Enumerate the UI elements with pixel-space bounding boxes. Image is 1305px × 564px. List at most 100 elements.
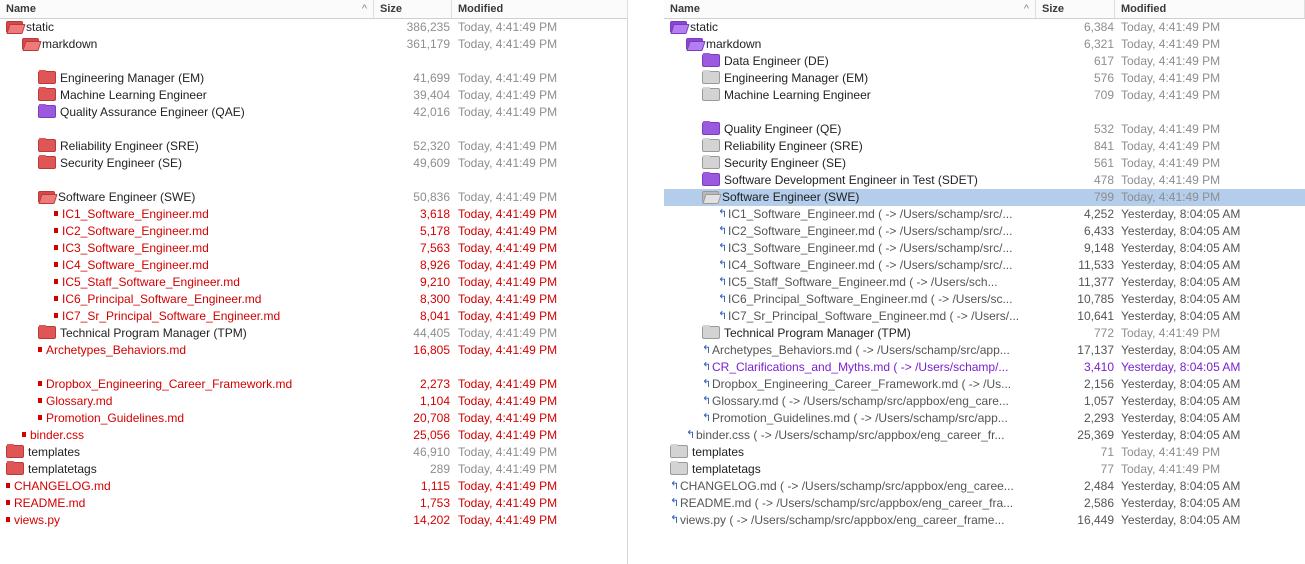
file-row[interactable]: ↰Promotion_Guidelines.md ( -> /Users/sch…: [664, 410, 1305, 427]
file-row[interactable]: Machine Learning Engineer 709 Today, 4:41:…: [664, 87, 1305, 104]
item-name: Software Development Engineer in Test (S…: [724, 173, 978, 187]
item-name-cell: Security Engineer (SE): [38, 155, 374, 172]
item-name-cell: Archetypes_Behaviors.md: [38, 342, 374, 359]
file-row[interactable]: IC1_Software_Engineer.md 3,618 Today, 4:41…: [0, 206, 628, 223]
modified-column-header[interactable]: Modified: [1115, 0, 1305, 18]
file-row[interactable]: Machine Learning Engineer 39,404 Today, 4:…: [0, 87, 628, 104]
file-row[interactable]: Quality Engineer (QE) 532 Today, 4:41:49 P…: [664, 121, 1305, 138]
file-row[interactable]: CHANGELOG.md 1,115 Today, 4:41:49 PM: [0, 478, 628, 495]
item-name: Security Engineer (SE): [724, 156, 847, 170]
file-row[interactable]: ↰CR_Clarifications_and_Myths.md ( -> /Us…: [664, 359, 1305, 376]
folder-red-icon: [6, 444, 24, 459]
item-name-cell: ↰IC4_Software_Engineer.md ( -> /Users/sc…: [718, 257, 1038, 274]
item-modified: Yesterday, 8:04:05 AM: [1121, 360, 1241, 374]
item-modified: Yesterday, 8:04:05 AM: [1121, 479, 1241, 493]
file-row[interactable]: IC2_Software_Engineer.md 5,178 Today, 4:41…: [0, 223, 628, 240]
item-size: 1,115: [420, 479, 450, 493]
file-row[interactable]: ↰views.py ( -> /Users/schamp/src/appbox/…: [664, 512, 1305, 529]
open-folder-gray-icon: [702, 191, 722, 205]
item-name: CHANGELOG.md ( -> /Users/schamp/src/appb…: [680, 479, 1014, 493]
item-name: Promotion_Guidelines.md: [46, 411, 185, 425]
left-pane[interactable]: Name ^ Size Modified static 386,235 Today,…: [0, 0, 628, 564]
name-column-header[interactable]: Name ^: [664, 0, 1036, 18]
file-row[interactable]: Promotion_Guidelines.md 20,708 Today, 4:41…: [0, 410, 628, 427]
file-row[interactable]: markdown 361,179 Today, 4:41:49 PM: [0, 36, 628, 53]
item-size: 9,148: [1083, 241, 1114, 255]
folder-gray-icon: [702, 155, 720, 170]
file-red-icon: [38, 381, 42, 387]
file-row[interactable]: Reliability Engineer (SRE) 52,320 Today, 4…: [0, 138, 628, 155]
file-row[interactable]: IC3_Software_Engineer.md 7,563 Today, 4:41…: [0, 240, 628, 257]
file-row[interactable]: ↰Archetypes_Behaviors.md ( -> /Users/sch…: [664, 342, 1305, 359]
symlink-icon: ↰: [670, 480, 680, 493]
file-row[interactable]: static 386,235 Today, 4:41:49 PM: [0, 19, 628, 36]
item-modified: Today, 4:41:49 PM: [1121, 190, 1221, 204]
item-size: 41,699: [413, 71, 450, 85]
file-row[interactable]: static 6,384 Today, 4:41:49 PM: [664, 19, 1305, 36]
item-size: 4,252: [1083, 207, 1114, 221]
file-row[interactable]: README.md 1,753 Today, 4:41:49 PM: [0, 495, 628, 512]
file-row[interactable]: ↰CHANGELOG.md ( -> /Users/schamp/src/app…: [664, 478, 1305, 495]
file-row[interactable]: markdown 6,321 Today, 4:41:49 PM: [664, 36, 1305, 53]
item-modified: Yesterday, 8:04:05 AM: [1121, 343, 1241, 357]
item-modified: Yesterday, 8:04:05 AM: [1121, 411, 1241, 425]
item-name: IC2_Software_Engineer.md: [62, 224, 209, 238]
file-row[interactable]: IC7_Sr_Principal_Software_Engineer.md 8,0…: [0, 308, 628, 325]
file-row[interactable]: ↰README.md ( -> /Users/schamp/src/appbox…: [664, 495, 1305, 512]
file-row[interactable]: ↰IC6_Principal_Software_Engineer.md ( ->…: [664, 291, 1305, 308]
symlink-icon: ↰: [670, 497, 680, 510]
file-row[interactable]: templatetags 77 Today, 4:41:49 PM: [664, 461, 1305, 478]
file-row[interactable]: Software Engineer (SWE) 799 Today, 4:41:49…: [664, 189, 1305, 206]
file-row[interactable]: Security Engineer (SE) 561 Today, 4:41:49 …: [664, 155, 1305, 172]
file-row[interactable]: ↰IC2_Software_Engineer.md ( -> /Users/sc…: [664, 223, 1305, 240]
item-modified: Today, 4:41:49 PM: [458, 37, 558, 51]
item-name: Technical Program Manager (TPM): [60, 326, 247, 340]
item-name-cell: CHANGELOG.md: [6, 478, 374, 495]
modified-column-header[interactable]: Modified: [452, 0, 628, 18]
item-size: 709: [1093, 88, 1114, 102]
file-row[interactable]: ↰IC1_Software_Engineer.md ( -> /Users/sc…: [664, 206, 1305, 223]
file-row[interactable]: ↰IC5_Staff_Software_Engineer.md ( -> /Us…: [664, 274, 1305, 291]
file-row[interactable]: IC5_Staff_Software_Engineer.md 9,210 Today…: [0, 274, 628, 291]
item-size: 2,273: [419, 377, 450, 391]
item-modified: Yesterday, 8:04:05 AM: [1121, 309, 1241, 323]
file-row[interactable]: ↰IC3_Software_Engineer.md ( -> /Users/sc…: [664, 240, 1305, 257]
item-size: 1,057: [1083, 394, 1114, 408]
file-row[interactable]: IC4_Software_Engineer.md 8,926 Today, 4:41…: [0, 257, 628, 274]
file-row[interactable]: Glossary.md 1,104 Today, 4:41:49 PM: [0, 393, 628, 410]
file-row[interactable]: templates 71 Today, 4:41:49 PM: [664, 444, 1305, 461]
file-row[interactable]: templatetags 289 Today, 4:41:49 PM: [0, 461, 628, 478]
item-size: 25,056: [413, 428, 450, 442]
file-row[interactable]: Archetypes_Behaviors.md 16,805 Today, 4:41…: [0, 342, 628, 359]
file-row[interactable]: Software Development Engineer in Test (S…: [664, 172, 1305, 189]
file-row[interactable]: templates 46,910 Today, 4:41:49 PM: [0, 444, 628, 461]
item-name-cell: IC6_Principal_Software_Engineer.md: [54, 291, 374, 308]
size-column-header[interactable]: Size: [1036, 0, 1115, 18]
file-row[interactable]: ↰Dropbox_Engineering_Career_Framework.md…: [664, 376, 1305, 393]
file-row[interactable]: Engineering Manager (EM) 41,699 Today, 4:4…: [0, 70, 628, 87]
file-row[interactable]: Technical Program Manager (TPM) 44,405 Tod…: [0, 325, 628, 342]
file-row[interactable]: binder.css 25,056 Today, 4:41:49 PM: [0, 427, 628, 444]
name-column-header[interactable]: Name ^: [0, 0, 374, 18]
file-row[interactable]: Reliability Engineer (SRE) 841 Today, 4:41…: [664, 138, 1305, 155]
right-pane[interactable]: Name ^ Size Modified static 6,384 Today, 4…: [664, 0, 1305, 564]
file-row[interactable]: Quality Assurance Engineer (QAE) 42,016 To…: [0, 104, 628, 121]
file-row[interactable]: Engineering Manager (EM) 576 Today, 4:41:4…: [664, 70, 1305, 87]
size-column-header[interactable]: Size: [374, 0, 452, 18]
file-row[interactable]: IC6_Principal_Software_Engineer.md 8,300 T…: [0, 291, 628, 308]
item-name: Quality Assurance Engineer (QAE): [60, 105, 245, 119]
file-row[interactable]: ↰Glossary.md ( -> /Users/schamp/src/appb…: [664, 393, 1305, 410]
file-row[interactable]: Data Engineer (DE) 617 Today, 4:41:49 PM: [664, 53, 1305, 70]
file-row[interactable]: views.py 14,202 Today, 4:41:49 PM: [0, 512, 628, 529]
file-row[interactable]: ↰IC4_Software_Engineer.md ( -> /Users/sc…: [664, 257, 1305, 274]
item-modified: Yesterday, 8:04:05 AM: [1121, 513, 1241, 527]
file-row[interactable]: Software Engineer (SWE) 50,836 Today, 4:41…: [0, 189, 628, 206]
file-row[interactable]: Security Engineer (SE) 49,609 Today, 4:41:…: [0, 155, 628, 172]
item-modified: Today, 4:41:49 PM: [1121, 88, 1221, 102]
file-row[interactable]: ↰IC7_Sr_Principal_Software_Engineer.md (…: [664, 308, 1305, 325]
file-row[interactable]: Dropbox_Engineering_Career_Framework.md 2…: [0, 376, 628, 393]
item-modified: Today, 4:41:49 PM: [458, 496, 558, 510]
item-name: templatetags: [692, 462, 761, 476]
file-row[interactable]: ↰binder.css ( -> /Users/schamp/src/appbo…: [664, 427, 1305, 444]
file-row[interactable]: Technical Program Manager (TPM) 772 Today,…: [664, 325, 1305, 342]
